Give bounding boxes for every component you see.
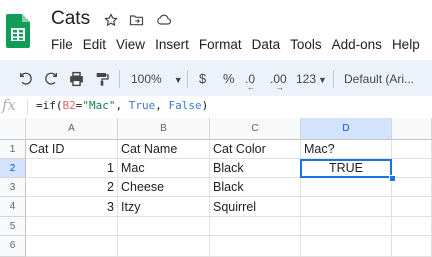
toolbar: 100% ▼ $ % .0 ← .00 → 123 ▼ Default (Ari..… bbox=[0, 60, 432, 96]
menu-file[interactable]: File bbox=[51, 37, 73, 52]
active-cell-outline bbox=[300, 159, 392, 178]
cell-b3[interactable]: Cheese bbox=[118, 178, 210, 197]
more-formats-label: 123 bbox=[296, 72, 317, 86]
cell-e2[interactable] bbox=[392, 159, 432, 178]
cell-c3[interactable]: Black bbox=[210, 178, 301, 197]
percent-format-button[interactable]: % bbox=[223, 70, 235, 88]
menu-data[interactable]: Data bbox=[252, 37, 281, 52]
cell-b6[interactable] bbox=[118, 236, 210, 257]
cell-a6[interactable] bbox=[26, 236, 118, 257]
decrease-decimal-button[interactable]: .0 ← bbox=[245, 70, 255, 92]
formula-false-arg: False bbox=[168, 99, 202, 112]
cell-a1[interactable]: Cat ID bbox=[26, 140, 118, 159]
cell-a5[interactable] bbox=[26, 217, 118, 236]
formula-string: "Mac" bbox=[82, 99, 116, 112]
row-header-3[interactable]: 3 bbox=[0, 178, 26, 197]
spreadsheet-grid: A B C D 1 2 3 4 5 6 Cat ID Cat Name Cat … bbox=[0, 118, 432, 257]
star-icon[interactable] bbox=[103, 12, 121, 30]
menu-add-ons[interactable]: Add-ons bbox=[332, 37, 382, 52]
menu-help[interactable]: Help bbox=[392, 37, 420, 52]
formula-true-arg: True bbox=[128, 99, 156, 112]
toolbar-divider bbox=[187, 70, 188, 88]
cell-a4[interactable]: 3 bbox=[26, 197, 118, 217]
cell-d4[interactable] bbox=[301, 197, 392, 217]
redo-icon[interactable] bbox=[43, 70, 59, 88]
cell-e1[interactable] bbox=[392, 140, 432, 159]
column-header-a[interactable]: A bbox=[26, 118, 118, 140]
fill-handle[interactable] bbox=[389, 175, 396, 182]
formula-cell-ref: B2 bbox=[62, 99, 76, 112]
menu-tools[interactable]: Tools bbox=[290, 37, 322, 52]
cell-c4[interactable]: Squirrel bbox=[210, 197, 301, 217]
cell-b4[interactable]: Itzy bbox=[118, 197, 210, 217]
cell-b5[interactable] bbox=[118, 217, 210, 236]
column-header-e[interactable] bbox=[392, 118, 432, 140]
document-title[interactable]: Cats bbox=[51, 8, 90, 30]
font-family-select[interactable]: Default (Ari... bbox=[344, 70, 414, 88]
more-formats-button[interactable]: 123 ▼ bbox=[296, 70, 327, 88]
cell-b2[interactable]: Mac bbox=[118, 159, 210, 178]
cell-d6[interactable] bbox=[301, 236, 392, 257]
arrow-left-icon: ← bbox=[247, 83, 255, 92]
cell-d3[interactable] bbox=[301, 178, 392, 197]
formula-divider bbox=[27, 99, 28, 115]
toolbar-divider bbox=[119, 70, 120, 88]
row-header-5[interactable]: 5 bbox=[0, 217, 26, 236]
cell-e6[interactable] bbox=[392, 236, 432, 257]
dropdown-arrow-icon: ▼ bbox=[173, 75, 183, 85]
fx-icon: fx bbox=[2, 96, 17, 114]
menu-insert[interactable]: Insert bbox=[155, 37, 189, 52]
cell-e5[interactable] bbox=[392, 217, 432, 236]
arrow-right-icon: → bbox=[276, 83, 284, 92]
menu-view[interactable]: View bbox=[116, 37, 145, 52]
currency-format-button[interactable]: $ bbox=[199, 70, 206, 88]
font-family-value: Default (Ari... bbox=[344, 72, 415, 86]
column-header-b[interactable]: B bbox=[118, 118, 210, 140]
cell-c5[interactable] bbox=[210, 217, 301, 236]
print-icon[interactable] bbox=[68, 70, 85, 88]
sheets-logo-icon[interactable] bbox=[6, 14, 30, 48]
dropdown-arrow-icon: ▼ bbox=[318, 75, 327, 85]
cell-a2[interactable]: 1 bbox=[26, 159, 118, 178]
cell-e3[interactable] bbox=[392, 178, 432, 197]
select-all-corner[interactable] bbox=[0, 118, 26, 140]
cell-c1[interactable]: Cat Color bbox=[210, 140, 301, 159]
row-header-2[interactable]: 2 bbox=[0, 159, 26, 178]
toolbar-divider bbox=[333, 70, 334, 88]
cell-a3[interactable]: 2 bbox=[26, 178, 118, 197]
menu-format[interactable]: Format bbox=[199, 37, 242, 52]
cell-d1[interactable]: Mac? bbox=[301, 140, 392, 159]
column-header-c[interactable]: C bbox=[210, 118, 301, 140]
cell-c6[interactable] bbox=[210, 236, 301, 257]
cloud-status-icon[interactable] bbox=[155, 12, 173, 30]
row-header-1[interactable]: 1 bbox=[0, 140, 26, 159]
menu-edit[interactable]: Edit bbox=[83, 37, 106, 52]
zoom-value: 100% bbox=[131, 72, 162, 86]
menu-bar: File Edit View Insert Format Data Tools Add-ons… bbox=[51, 37, 430, 55]
formula-comma: , bbox=[115, 99, 129, 112]
formula-input[interactable]: =if(B2="Mac", True, False) bbox=[36, 99, 208, 112]
cell-b1[interactable]: Cat Name bbox=[118, 140, 210, 159]
zoom-select[interactable]: 100% ▼ bbox=[131, 70, 183, 88]
cell-e4[interactable] bbox=[392, 197, 432, 217]
formula-comma: , bbox=[155, 99, 169, 112]
cell-d5[interactable] bbox=[301, 217, 392, 236]
move-folder-icon[interactable] bbox=[128, 12, 146, 30]
undo-icon[interactable] bbox=[18, 70, 34, 88]
cell-c2[interactable]: Black bbox=[210, 159, 301, 178]
column-header-d[interactable]: D bbox=[301, 118, 392, 140]
formula-suffix: ) bbox=[201, 99, 209, 112]
formula-bar: fx =if(B2="Mac", True, False) bbox=[0, 96, 432, 119]
paint-format-icon[interactable] bbox=[94, 70, 110, 88]
formula-prefix: =if( bbox=[36, 99, 63, 112]
row-header-4[interactable]: 4 bbox=[0, 197, 26, 217]
increase-decimal-button[interactable]: .00 → bbox=[270, 70, 287, 92]
row-header-6[interactable]: 6 bbox=[0, 236, 26, 257]
